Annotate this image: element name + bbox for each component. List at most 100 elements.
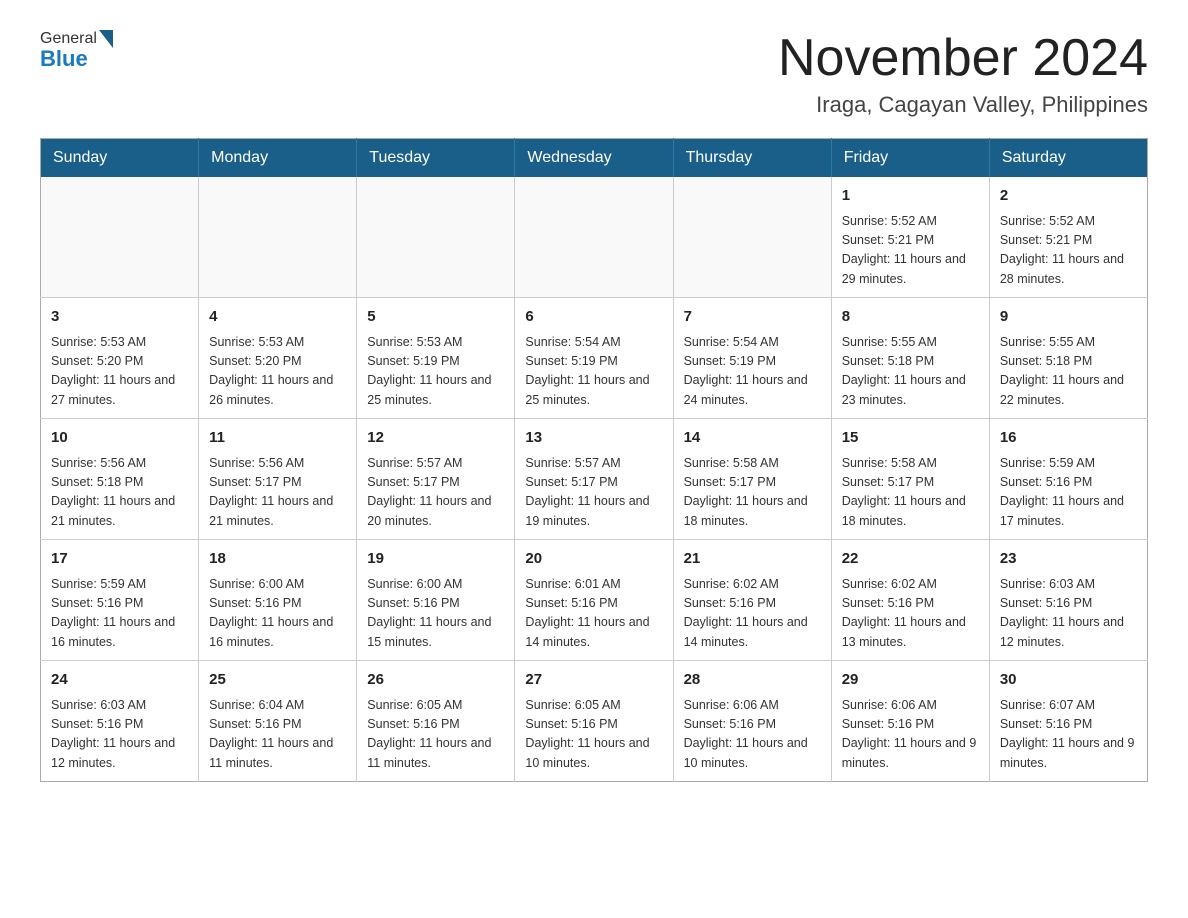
day-info: Sunrise: 5:57 AMSunset: 5:17 PMDaylight:… bbox=[525, 454, 662, 532]
day-number: 21 bbox=[684, 548, 821, 571]
day-info: Sunrise: 6:06 AMSunset: 5:16 PMDaylight:… bbox=[684, 696, 821, 774]
day-number: 5 bbox=[367, 306, 504, 329]
calendar-table: SundayMondayTuesdayWednesdayThursdayFrid… bbox=[40, 138, 1148, 782]
calendar-cell: 22 Sunrise: 6:02 AMSunset: 5:16 PMDayligh… bbox=[831, 540, 989, 661]
day-number: 23 bbox=[1000, 548, 1137, 571]
day-info: Sunrise: 5:53 AMSunset: 5:20 PMDaylight:… bbox=[209, 333, 346, 411]
day-info: Sunrise: 5:54 AMSunset: 5:19 PMDaylight:… bbox=[684, 333, 821, 411]
calendar-cell: 3 Sunrise: 5:53 AMSunset: 5:20 PMDaylight… bbox=[41, 298, 199, 419]
day-number: 1 bbox=[842, 185, 979, 208]
day-info: Sunrise: 5:54 AMSunset: 5:19 PMDaylight:… bbox=[525, 333, 662, 411]
calendar-week-row: 3 Sunrise: 5:53 AMSunset: 5:20 PMDaylight… bbox=[41, 298, 1148, 419]
day-number: 6 bbox=[525, 306, 662, 329]
day-info: Sunrise: 5:56 AMSunset: 5:18 PMDaylight:… bbox=[51, 454, 188, 532]
day-info: Sunrise: 5:59 AMSunset: 5:16 PMDaylight:… bbox=[51, 575, 188, 653]
calendar-cell bbox=[199, 177, 357, 298]
day-info: Sunrise: 6:07 AMSunset: 5:16 PMDaylight:… bbox=[1000, 696, 1137, 774]
day-info: Sunrise: 6:02 AMSunset: 5:16 PMDaylight:… bbox=[842, 575, 979, 653]
calendar-cell: 12 Sunrise: 5:57 AMSunset: 5:17 PMDayligh… bbox=[357, 419, 515, 540]
weekday-header-saturday: Saturday bbox=[989, 139, 1147, 178]
day-number: 8 bbox=[842, 306, 979, 329]
day-number: 14 bbox=[684, 427, 821, 450]
calendar-cell: 14Sunrise: 5:58 AMSunset: 5:17 PMDayligh… bbox=[673, 419, 831, 540]
weekday-header-row: SundayMondayTuesdayWednesdayThursdayFrid… bbox=[41, 139, 1148, 178]
calendar-cell: 7Sunrise: 5:54 AMSunset: 5:19 PMDaylight… bbox=[673, 298, 831, 419]
calendar-cell: 18Sunrise: 6:00 AMSunset: 5:16 PMDayligh… bbox=[199, 540, 357, 661]
day-info: Sunrise: 6:02 AMSunset: 5:16 PMDaylight:… bbox=[684, 575, 821, 653]
day-number: 28 bbox=[684, 669, 821, 692]
calendar-cell: 15 Sunrise: 5:58 AMSunset: 5:17 PMDayligh… bbox=[831, 419, 989, 540]
day-number: 29 bbox=[842, 669, 979, 692]
calendar-cell: 13 Sunrise: 5:57 AMSunset: 5:17 PMDayligh… bbox=[515, 419, 673, 540]
day-info: Sunrise: 5:56 AMSunset: 5:17 PMDaylight:… bbox=[209, 454, 346, 532]
page-header: General Blue November 2024 Iraga, Cagaya… bbox=[40, 30, 1148, 118]
day-number: 22 bbox=[842, 548, 979, 571]
day-info: Sunrise: 6:05 AMSunset: 5:16 PMDaylight:… bbox=[525, 696, 662, 774]
day-info: Sunrise: 6:00 AMSunset: 5:16 PMDaylight:… bbox=[209, 575, 346, 653]
calendar-cell: 24Sunrise: 6:03 AMSunset: 5:16 PMDayligh… bbox=[41, 661, 199, 782]
day-number: 26 bbox=[367, 669, 504, 692]
day-info: Sunrise: 5:53 AMSunset: 5:19 PMDaylight:… bbox=[367, 333, 504, 411]
day-info: Sunrise: 6:00 AMSunset: 5:16 PMDaylight:… bbox=[367, 575, 504, 653]
calendar-cell: 5 Sunrise: 5:53 AMSunset: 5:19 PMDaylight… bbox=[357, 298, 515, 419]
calendar-cell bbox=[357, 177, 515, 298]
calendar-cell: 29Sunrise: 6:06 AMSunset: 5:16 PMDayligh… bbox=[831, 661, 989, 782]
calendar-week-row: 17 Sunrise: 5:59 AMSunset: 5:16 PMDayligh… bbox=[41, 540, 1148, 661]
day-number: 2 bbox=[1000, 185, 1137, 208]
calendar-cell: 8 Sunrise: 5:55 AMSunset: 5:18 PMDaylight… bbox=[831, 298, 989, 419]
day-info: Sunrise: 5:52 AMSunset: 5:21 PMDaylight:… bbox=[842, 212, 979, 290]
weekday-header-wednesday: Wednesday bbox=[515, 139, 673, 178]
calendar-cell bbox=[41, 177, 199, 298]
day-info: Sunrise: 5:59 AMSunset: 5:16 PMDaylight:… bbox=[1000, 454, 1137, 532]
subtitle: Iraga, Cagayan Valley, Philippines bbox=[778, 92, 1148, 118]
day-number: 13 bbox=[525, 427, 662, 450]
day-number: 16 bbox=[1000, 427, 1137, 450]
day-info: Sunrise: 5:55 AMSunset: 5:18 PMDaylight:… bbox=[842, 333, 979, 411]
day-number: 19 bbox=[367, 548, 504, 571]
calendar-cell: 2 Sunrise: 5:52 AMSunset: 5:21 PMDaylight… bbox=[989, 177, 1147, 298]
day-info: Sunrise: 6:01 AMSunset: 5:16 PMDaylight:… bbox=[525, 575, 662, 653]
day-info: Sunrise: 5:55 AMSunset: 5:18 PMDaylight:… bbox=[1000, 333, 1137, 411]
logo-arrow-icon bbox=[99, 30, 113, 48]
day-info: Sunrise: 6:05 AMSunset: 5:16 PMDaylight:… bbox=[367, 696, 504, 774]
logo-blue-text: Blue bbox=[40, 46, 88, 72]
day-info: Sunrise: 5:52 AMSunset: 5:21 PMDaylight:… bbox=[1000, 212, 1137, 290]
day-number: 27 bbox=[525, 669, 662, 692]
calendar-cell: 28 Sunrise: 6:06 AMSunset: 5:16 PMDayligh… bbox=[673, 661, 831, 782]
calendar-cell: 1 Sunrise: 5:52 AMSunset: 5:21 PMDaylight… bbox=[831, 177, 989, 298]
main-title: November 2024 bbox=[778, 30, 1148, 87]
weekday-header-monday: Monday bbox=[199, 139, 357, 178]
day-info: Sunrise: 5:57 AMSunset: 5:17 PMDaylight:… bbox=[367, 454, 504, 532]
calendar-cell: 23 Sunrise: 6:03 AMSunset: 5:16 PMDayligh… bbox=[989, 540, 1147, 661]
day-number: 15 bbox=[842, 427, 979, 450]
calendar-cell: 4 Sunrise: 5:53 AMSunset: 5:20 PMDaylight… bbox=[199, 298, 357, 419]
day-number: 10 bbox=[51, 427, 188, 450]
day-number: 9 bbox=[1000, 306, 1137, 329]
calendar-cell bbox=[673, 177, 831, 298]
day-number: 4 bbox=[209, 306, 346, 329]
day-info: Sunrise: 6:04 AMSunset: 5:16 PMDaylight:… bbox=[209, 696, 346, 774]
calendar-cell: 20 Sunrise: 6:01 AMSunset: 5:16 PMDayligh… bbox=[515, 540, 673, 661]
day-info: Sunrise: 5:53 AMSunset: 5:20 PMDaylight:… bbox=[51, 333, 188, 411]
day-info: Sunrise: 5:58 AMSunset: 5:17 PMDaylight:… bbox=[842, 454, 979, 532]
calendar-cell: 30 Sunrise: 6:07 AMSunset: 5:16 PMDayligh… bbox=[989, 661, 1147, 782]
calendar-cell: 10 Sunrise: 5:56 AMSunset: 5:18 PMDayligh… bbox=[41, 419, 199, 540]
weekday-header-sunday: Sunday bbox=[41, 139, 199, 178]
weekday-header-thursday: Thursday bbox=[673, 139, 831, 178]
day-number: 12 bbox=[367, 427, 504, 450]
calendar-cell: 6 Sunrise: 5:54 AMSunset: 5:19 PMDaylight… bbox=[515, 298, 673, 419]
weekday-header-friday: Friday bbox=[831, 139, 989, 178]
day-number: 30 bbox=[1000, 669, 1137, 692]
day-number: 25 bbox=[209, 669, 346, 692]
day-number: 20 bbox=[525, 548, 662, 571]
weekday-header-tuesday: Tuesday bbox=[357, 139, 515, 178]
day-info: Sunrise: 6:03 AMSunset: 5:16 PMDaylight:… bbox=[51, 696, 188, 774]
calendar-cell: 21 Sunrise: 6:02 AMSunset: 5:16 PMDayligh… bbox=[673, 540, 831, 661]
title-section: November 2024 Iraga, Cagayan Valley, Phi… bbox=[778, 30, 1148, 118]
day-number: 17 bbox=[51, 548, 188, 571]
day-number: 11 bbox=[209, 427, 346, 450]
calendar-week-row: 24Sunrise: 6:03 AMSunset: 5:16 PMDayligh… bbox=[41, 661, 1148, 782]
calendar-week-row: 1 Sunrise: 5:52 AMSunset: 5:21 PMDaylight… bbox=[41, 177, 1148, 298]
day-info: Sunrise: 6:03 AMSunset: 5:16 PMDaylight:… bbox=[1000, 575, 1137, 653]
day-number: 3 bbox=[51, 306, 188, 329]
